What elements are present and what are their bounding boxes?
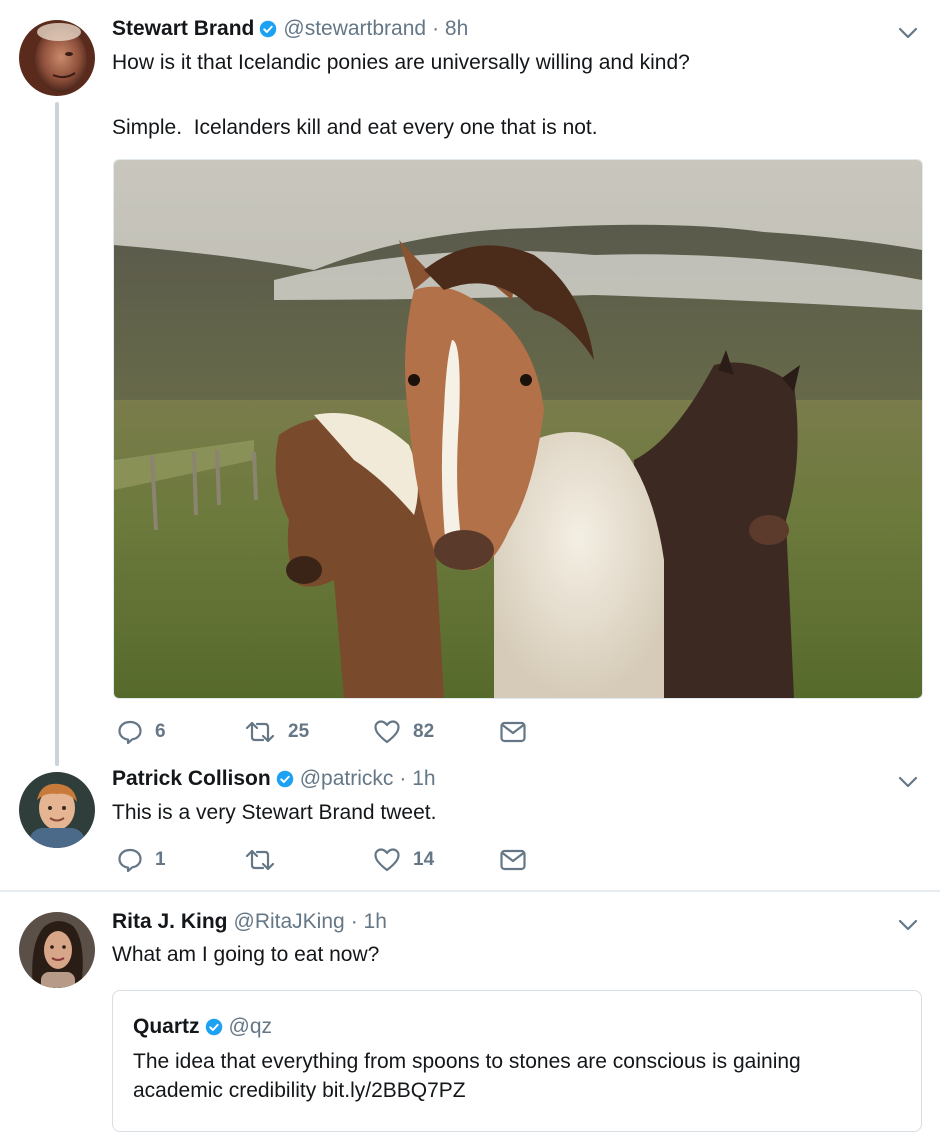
- tweet-text-line: How is it that Icelandic ponies are univ…: [112, 51, 690, 74]
- envelope-icon: [500, 721, 526, 743]
- like-count: 14: [413, 849, 435, 870]
- like-button[interactable]: 82: [373, 719, 434, 745]
- reply-count: 1: [155, 849, 166, 870]
- chevron-down-icon[interactable]: [897, 22, 919, 44]
- tweet-divider: [0, 890, 940, 892]
- heart-icon: [374, 720, 400, 744]
- reply-button[interactable]: 6: [117, 719, 166, 745]
- verified-badge-icon: [276, 770, 293, 788]
- reply-button[interactable]: 1: [117, 847, 166, 873]
- avatar-rita-j-king[interactable]: [19, 912, 95, 988]
- retweet-button[interactable]: [244, 847, 276, 873]
- quoted-tweet-text-line: The idea that everything from spoons to …: [133, 1050, 801, 1073]
- tweet-photo-icelandic-horses[interactable]: [113, 159, 923, 699]
- tweet-timestamp[interactable]: · 1h: [399, 767, 435, 791]
- author-name[interactable]: Patrick Collison: [112, 767, 271, 791]
- like-button[interactable]: 14: [373, 847, 434, 873]
- retweet-count: 25: [288, 721, 310, 742]
- speech-bubble-icon: [118, 720, 142, 745]
- envelope-icon: [500, 849, 526, 871]
- retweet-button[interactable]: 25: [244, 719, 309, 745]
- avatar-stewart-brand[interactable]: [19, 20, 95, 96]
- tweet-text-line: Simple. Icelanders kill and eat every on…: [112, 116, 598, 139]
- direct-message-button[interactable]: [499, 720, 527, 744]
- retweet-arrows-icon: [245, 721, 275, 743]
- author-handle[interactable]: @patrickc: [300, 767, 394, 791]
- tweet-header: Rita J. King @RitaJKing · 1h: [112, 908, 387, 936]
- chevron-down-icon[interactable]: [897, 914, 919, 936]
- tweet-timestamp[interactable]: · 1h: [351, 910, 387, 934]
- author-name[interactable]: Rita J. King: [112, 910, 228, 934]
- direct-message-button[interactable]: [499, 848, 527, 872]
- quoted-author-name[interactable]: Quartz: [133, 1015, 200, 1039]
- chevron-down-icon[interactable]: [897, 771, 919, 793]
- tweet-header: Stewart Brand @stewartbrand · 8h: [112, 15, 468, 43]
- heart-icon: [374, 848, 400, 872]
- avatar-patrick-collison[interactable]: [19, 772, 95, 848]
- like-count: 82: [413, 721, 435, 742]
- author-handle[interactable]: @RitaJKing: [234, 910, 345, 934]
- verified-badge-icon: [260, 20, 277, 38]
- tweet-text: What am I going to eat now?: [112, 943, 380, 966]
- verified-badge-icon: [205, 1018, 222, 1036]
- retweet-arrows-icon: [245, 849, 275, 871]
- reply-count: 6: [155, 721, 166, 742]
- quoted-author-handle[interactable]: @qz: [229, 1015, 273, 1039]
- tweet-text: This is a very Stewart Brand tweet.: [112, 801, 437, 824]
- author-handle[interactable]: @stewartbrand: [283, 17, 426, 41]
- thread-connector-line: [55, 102, 59, 766]
- quoted-tweet-card[interactable]: Quartz @qz The idea that everything from…: [112, 990, 922, 1132]
- tweet-header: Patrick Collison @patrickc · 1h: [112, 765, 436, 793]
- quoted-tweet-header: Quartz @qz: [133, 1013, 272, 1041]
- author-name[interactable]: Stewart Brand: [112, 17, 254, 41]
- speech-bubble-icon: [118, 848, 142, 873]
- quoted-tweet-text-line: academic credibility bit.ly/2BBQ7PZ: [133, 1079, 466, 1102]
- tweet-timestamp[interactable]: · 8h: [432, 17, 468, 41]
